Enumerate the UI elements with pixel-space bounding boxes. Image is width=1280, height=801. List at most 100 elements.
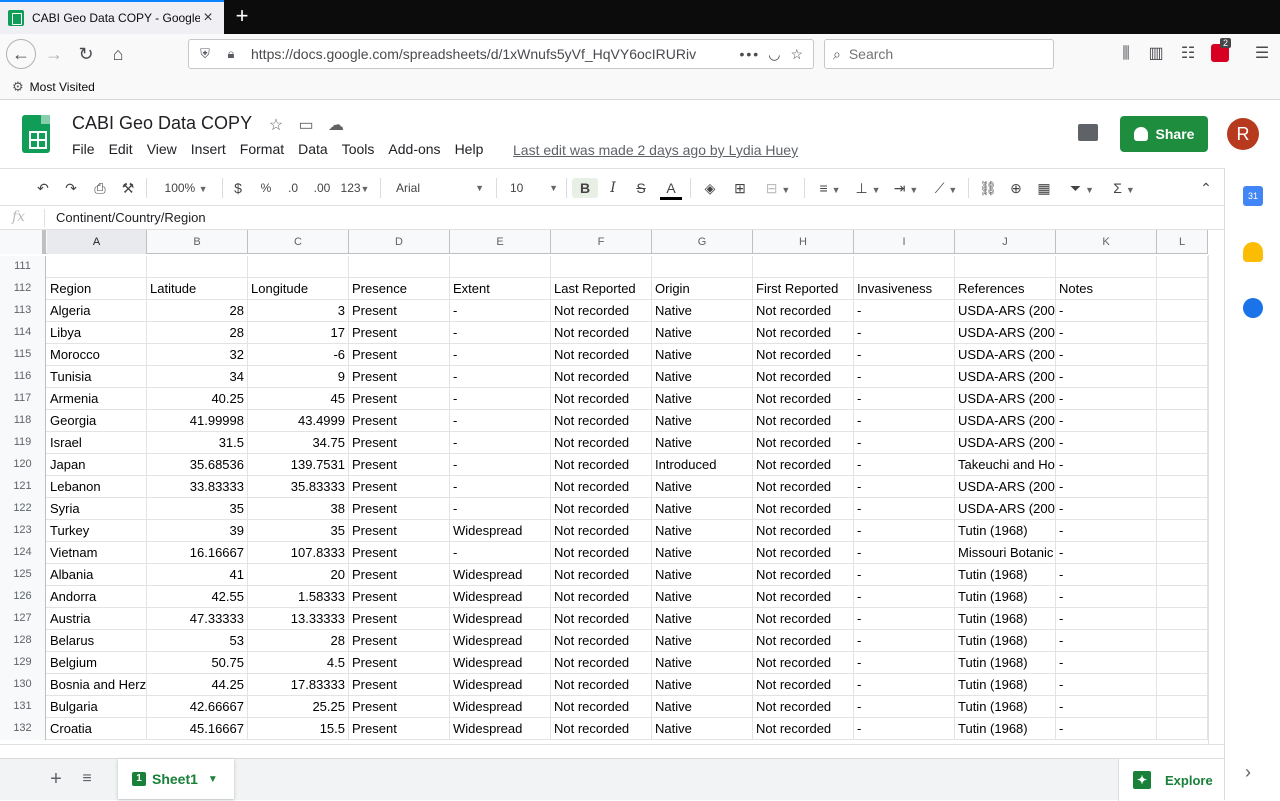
cell-j125[interactable]: Tutin (1968) bbox=[955, 564, 1056, 586]
cell-h131[interactable]: Not recorded bbox=[753, 696, 854, 718]
cell-k127[interactable]: - bbox=[1056, 608, 1157, 630]
cell-b120[interactable]: 35.68536 bbox=[147, 454, 248, 476]
menu-view[interactable]: View bbox=[147, 141, 177, 157]
vertical-scrollbar[interactable] bbox=[1208, 255, 1224, 744]
row-header[interactable]: 130 bbox=[0, 674, 46, 696]
redo-icon[interactable]: ↷ bbox=[62, 178, 80, 198]
cell-d124[interactable]: Present bbox=[349, 542, 450, 564]
cell-i131[interactable]: - bbox=[854, 696, 955, 718]
cell-f121[interactable]: Not recorded bbox=[551, 476, 652, 498]
cell-d116[interactable]: Present bbox=[349, 366, 450, 388]
cell-e120[interactable]: - bbox=[450, 454, 551, 476]
insert-link-icon[interactable]: ⛓ bbox=[978, 178, 998, 198]
cell-i121[interactable]: - bbox=[854, 476, 955, 498]
cell-j123[interactable]: Tutin (1968) bbox=[955, 520, 1056, 542]
cell-i119[interactable]: - bbox=[854, 432, 955, 454]
text-wrap-icon[interactable]: ⇥ ▼ bbox=[890, 178, 922, 198]
strikethrough-button[interactable]: S bbox=[632, 178, 650, 198]
cloud-status-icon[interactable]: ☁ bbox=[326, 115, 346, 135]
cell-c112[interactable]: Longitude bbox=[248, 278, 349, 300]
row-header[interactable]: 128 bbox=[0, 630, 46, 652]
cell-k113[interactable]: - bbox=[1056, 300, 1157, 322]
cell-d132[interactable]: Present bbox=[349, 718, 450, 740]
cell-f111[interactable] bbox=[551, 256, 652, 278]
menu-addons[interactable]: Add-ons bbox=[388, 141, 440, 157]
cell-j111[interactable] bbox=[955, 256, 1056, 278]
row-header[interactable]: 132 bbox=[0, 718, 46, 740]
cell-j129[interactable]: Tutin (1968) bbox=[955, 652, 1056, 674]
cell-j116[interactable]: USDA-ARS (2003 bbox=[955, 366, 1056, 388]
cell-a114[interactable]: Libya bbox=[47, 322, 147, 344]
cell-d130[interactable]: Present bbox=[349, 674, 450, 696]
cell-h126[interactable]: Not recorded bbox=[753, 586, 854, 608]
cell-e112[interactable]: Extent bbox=[450, 278, 551, 300]
menu-edit[interactable]: Edit bbox=[109, 141, 133, 157]
cell-a132[interactable]: Croatia bbox=[47, 718, 147, 740]
cell-j119[interactable]: USDA-ARS (2003 bbox=[955, 432, 1056, 454]
cell-c119[interactable]: 34.75 bbox=[248, 432, 349, 454]
row-header[interactable]: 125 bbox=[0, 564, 46, 586]
cell-i115[interactable]: - bbox=[854, 344, 955, 366]
cell-b122[interactable]: 35 bbox=[147, 498, 248, 520]
cell-a111[interactable] bbox=[47, 256, 147, 278]
cell-d125[interactable]: Present bbox=[349, 564, 450, 586]
cell-a116[interactable]: Tunisia bbox=[47, 366, 147, 388]
cell-a130[interactable]: Bosnia and Herze bbox=[47, 674, 147, 696]
row-header[interactable]: 119 bbox=[0, 432, 46, 454]
cell-l114[interactable] bbox=[1157, 322, 1208, 344]
column-header-d[interactable]: D bbox=[349, 230, 450, 254]
cell-a115[interactable]: Morocco bbox=[47, 344, 147, 366]
cell-c122[interactable]: 38 bbox=[248, 498, 349, 520]
cell-j128[interactable]: Tutin (1968) bbox=[955, 630, 1056, 652]
cell-k115[interactable]: - bbox=[1056, 344, 1157, 366]
row-header[interactable]: 114 bbox=[0, 322, 46, 344]
menu-help[interactable]: Help bbox=[455, 141, 484, 157]
cell-l132[interactable] bbox=[1157, 718, 1208, 740]
cell-a118[interactable]: Georgia bbox=[47, 410, 147, 432]
cell-d117[interactable]: Present bbox=[349, 388, 450, 410]
cell-f123[interactable]: Not recorded bbox=[551, 520, 652, 542]
share-button[interactable]: Share bbox=[1120, 116, 1208, 152]
pocket-icon[interactable]: ◡ bbox=[768, 46, 782, 63]
cell-l117[interactable] bbox=[1157, 388, 1208, 410]
cell-i120[interactable]: - bbox=[854, 454, 955, 476]
cell-d115[interactable]: Present bbox=[349, 344, 450, 366]
cell-g112[interactable]: Origin bbox=[652, 278, 753, 300]
currency-format-button[interactable]: $ bbox=[230, 178, 246, 198]
cell-k119[interactable]: - bbox=[1056, 432, 1157, 454]
cell-a122[interactable]: Syria bbox=[47, 498, 147, 520]
cell-e122[interactable]: - bbox=[450, 498, 551, 520]
cell-i123[interactable]: - bbox=[854, 520, 955, 542]
cell-f126[interactable]: Not recorded bbox=[551, 586, 652, 608]
cell-d111[interactable] bbox=[349, 256, 450, 278]
row-header[interactable]: 116 bbox=[0, 366, 46, 388]
cell-h124[interactable]: Not recorded bbox=[753, 542, 854, 564]
filter-icon[interactable]: ⏷ ▼ bbox=[1062, 178, 1102, 198]
tab-close-icon[interactable]: × bbox=[200, 9, 216, 27]
cell-k121[interactable]: - bbox=[1056, 476, 1157, 498]
cell-i117[interactable]: - bbox=[854, 388, 955, 410]
cell-c114[interactable]: 17 bbox=[248, 322, 349, 344]
cell-j117[interactable]: USDA-ARS (2003 bbox=[955, 388, 1056, 410]
cell-e111[interactable] bbox=[450, 256, 551, 278]
cell-i129[interactable]: - bbox=[854, 652, 955, 674]
cell-b126[interactable]: 42.55 bbox=[147, 586, 248, 608]
cell-h111[interactable] bbox=[753, 256, 854, 278]
cell-h118[interactable]: Not recorded bbox=[753, 410, 854, 432]
cell-h123[interactable]: Not recorded bbox=[753, 520, 854, 542]
collapse-toolbar-icon[interactable]: ⌃ bbox=[1196, 178, 1216, 198]
cell-g125[interactable]: Native bbox=[652, 564, 753, 586]
cell-j113[interactable]: USDA-ARS (2003 bbox=[955, 300, 1056, 322]
cell-h128[interactable]: Not recorded bbox=[753, 630, 854, 652]
column-header-i[interactable]: I bbox=[854, 230, 955, 254]
cell-h130[interactable]: Not recorded bbox=[753, 674, 854, 696]
cell-a124[interactable]: Vietnam bbox=[47, 542, 147, 564]
home-icon[interactable]: ⌂ bbox=[104, 40, 132, 68]
column-header-a[interactable]: A bbox=[47, 230, 147, 254]
row-header[interactable]: 112 bbox=[0, 278, 46, 300]
cell-g119[interactable]: Native bbox=[652, 432, 753, 454]
menu-insert[interactable]: Insert bbox=[191, 141, 226, 157]
cell-j131[interactable]: Tutin (1968) bbox=[955, 696, 1056, 718]
increase-decimal-button[interactable]: .00 bbox=[310, 178, 334, 198]
cell-f129[interactable]: Not recorded bbox=[551, 652, 652, 674]
